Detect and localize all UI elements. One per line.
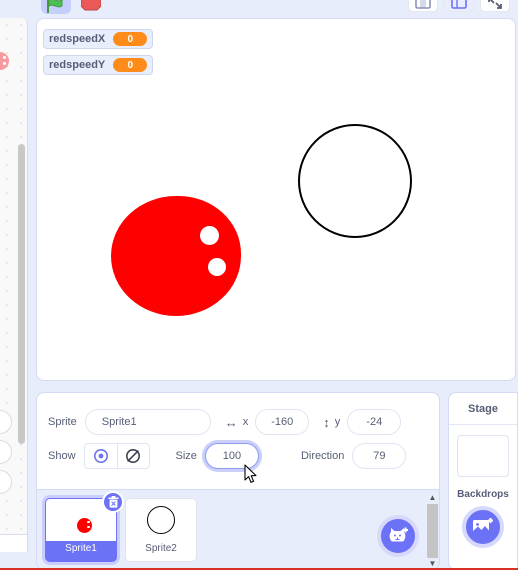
- scroll-up-arrow-icon[interactable]: ▲: [429, 494, 437, 502]
- variable-monitors: redspeedX 0 redspeedY 0: [43, 29, 154, 75]
- workspace-vertical-scrollbar[interactable]: [18, 144, 25, 444]
- trash-icon: [108, 496, 118, 508]
- y-position-input[interactable]: -24: [347, 409, 402, 435]
- fullscreen-icon: [488, 0, 502, 9]
- large-stage-icon: [451, 0, 467, 9]
- stage-thumbnail[interactable]: [457, 435, 509, 477]
- green-flag-icon: [47, 0, 63, 13]
- zoom-in-button[interactable]: [0, 410, 12, 434]
- backdrops-label: Backdrops: [457, 489, 509, 500]
- show-sprite-button[interactable]: [85, 444, 117, 468]
- large-stage-button[interactable]: [444, 0, 474, 12]
- scratch-editor: redspeedX 0 redspeedY 0 Sprite Sprite1 ↔…: [0, 0, 518, 570]
- horizontal-arrow-icon: ↔: [224, 414, 238, 430]
- add-sprite-button[interactable]: [377, 515, 419, 557]
- show-label: Show: [48, 450, 76, 462]
- hide-sprite-button[interactable]: [116, 444, 149, 468]
- monitor-value: 0: [113, 58, 148, 72]
- small-stage-icon: [415, 0, 431, 9]
- stage-sprite-circle[interactable]: [298, 124, 412, 238]
- stage-sprite-red-blob[interactable]: [111, 196, 241, 316]
- small-stage-button[interactable]: [408, 0, 438, 12]
- green-flag-button[interactable]: [41, 0, 71, 14]
- sprite-info-row-bottom: Show Size 100 Direction 79: [37, 443, 439, 469]
- sprite-info-row-top: Sprite Sprite1 ↔ x -160 ↕ y -24: [37, 409, 439, 435]
- monitor-label: redspeedY: [49, 59, 106, 71]
- image-plus-icon: [473, 518, 493, 533]
- variable-monitor[interactable]: redspeedX 0: [43, 29, 154, 49]
- add-backdrop-button[interactable]: [462, 506, 504, 548]
- sprite-hole-lower: [208, 258, 226, 276]
- zoom-out-button[interactable]: [0, 440, 12, 464]
- fullscreen-button[interactable]: [480, 0, 510, 12]
- eye-icon: [93, 449, 108, 463]
- scroll-down-arrow-icon[interactable]: ▼: [429, 560, 437, 568]
- stage-size-controls: [408, 0, 510, 12]
- red-blob-thumb-icon: [76, 517, 92, 533]
- delete-sprite-button[interactable]: [102, 491, 124, 513]
- sprite-tile-label: Sprite1: [65, 543, 97, 554]
- x-position-input[interactable]: -160: [255, 409, 310, 435]
- workspace-zoom-controls[interactable]: [0, 410, 12, 500]
- workspace-canvas[interactable]: [0, 18, 27, 552]
- stage-selector-title[interactable]: Stage: [449, 393, 517, 425]
- eye-crossed-icon: [126, 449, 141, 463]
- vertical-arrow-icon: ↕: [323, 414, 330, 430]
- workspace-footer: [0, 534, 27, 552]
- zoom-reset-button[interactable]: [0, 470, 12, 494]
- stop-button[interactable]: [76, 0, 106, 14]
- y-label: y: [334, 416, 341, 428]
- cat-plus-icon: [389, 527, 408, 542]
- size-label: Size: [175, 450, 197, 462]
- sprite-hole-upper: [200, 226, 219, 245]
- size-input[interactable]: 100: [204, 443, 259, 469]
- partial-sprite-preview: [0, 52, 9, 70]
- sprite-tile-sprite1[interactable]: Sprite1: [45, 491, 124, 562]
- code-workspace-sliver[interactable]: [0, 18, 28, 552]
- sprite-tile-sprite2[interactable]: Sprite2: [125, 498, 197, 562]
- scrollbar-thumb[interactable]: [427, 504, 438, 558]
- circle-thumb-icon: [147, 506, 175, 534]
- monitor-label: redspeedX: [49, 33, 106, 45]
- sprite-list: Sprite1 Sprite2 ▲ ▼: [37, 489, 439, 569]
- x-label: x: [242, 416, 249, 428]
- sprite-list-scrollbar[interactable]: ▲ ▼: [426, 494, 439, 568]
- visibility-toggle: [83, 443, 150, 469]
- sprite-name-input[interactable]: Sprite1: [84, 409, 211, 435]
- stop-sign-icon: [81, 0, 101, 11]
- variable-monitor[interactable]: redspeedY 0: [43, 55, 154, 75]
- direction-label: Direction: [300, 450, 345, 462]
- stage-selector-panel: Stage Backdrops: [448, 392, 518, 570]
- monitor-value: 0: [113, 32, 148, 46]
- direction-input[interactable]: 79: [352, 443, 407, 469]
- sprite-name-label: Sprite: [48, 416, 77, 428]
- sprite-thumbnail: [126, 499, 196, 541]
- sprite-info-panel: Sprite Sprite1 ↔ x -160 ↕ y -24 Show Siz…: [36, 392, 440, 570]
- sprite-tile-label: Sprite2: [145, 543, 177, 554]
- stage-canvas[interactable]: redspeedX 0 redspeedY 0: [36, 18, 516, 381]
- stage-controls-toolbar: [28, 0, 518, 16]
